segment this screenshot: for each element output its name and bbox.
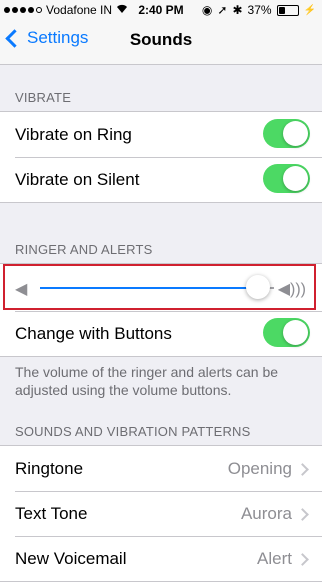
section-header-patterns: SOUNDS AND VIBRATION PATTERNS <box>15 424 251 439</box>
battery-percent: 37% <box>247 3 272 17</box>
location-icon: ➚ <box>217 3 228 17</box>
toggle-knob <box>283 166 308 191</box>
battery-icon <box>276 4 299 16</box>
patterns-group: Ringtone Opening Text Tone Aurora New Vo… <box>0 445 322 582</box>
row-label: Vibrate on Ring <box>15 124 132 144</box>
bluetooth-icon: ✱ <box>232 3 243 17</box>
vibrate-on-ring-toggle[interactable] <box>263 119 310 148</box>
row-text-tone[interactable]: Text Tone Aurora <box>0 491 322 536</box>
ringer-footer-text: The volume of the ringer and alerts can … <box>15 364 279 398</box>
row-label: Change with Buttons <box>15 323 172 343</box>
chevron-right-icon <box>296 463 309 476</box>
row-vibrate-on-silent: Vibrate on Silent <box>0 157 322 202</box>
slider-thumb[interactable] <box>245 275 270 299</box>
vibrate-group: Vibrate on Ring Vibrate on Silent <box>0 111 322 203</box>
row-value: Opening <box>227 458 292 478</box>
slider-fill <box>40 287 258 289</box>
section-header-vibrate: VIBRATE <box>15 90 72 105</box>
volume-high-icon: ◀))) <box>277 281 306 298</box>
chevron-right-icon <box>296 553 309 566</box>
toggle-knob <box>283 121 308 146</box>
vibrate-on-silent-toggle[interactable] <box>263 164 310 193</box>
navigation-bar: Settings Sounds <box>0 20 322 65</box>
row-ringtone[interactable]: Ringtone Opening <box>0 446 322 491</box>
status-bar: Vodafone IN 2:40 PM ◉ ➚ ✱ 37% ⚡ <box>0 0 322 20</box>
change-with-buttons-toggle[interactable] <box>263 318 310 347</box>
lock-rotation-icon: ◉ <box>201 3 213 17</box>
section-header-ringer: RINGER AND ALERTS <box>15 242 153 257</box>
row-value: Aurora <box>240 503 292 523</box>
page-title: Sounds <box>129 30 193 49</box>
row-label: Vibrate on Silent <box>15 169 140 189</box>
row-change-with-buttons: Change with Buttons <box>0 311 322 356</box>
status-right: ◉ ➚ ✱ 37% ⚡ <box>202 3 316 17</box>
volume-low-icon: ◀ <box>15 281 28 298</box>
ringer-volume-slider-highlight: ◀ ◀))) <box>3 264 316 310</box>
row-label: Ringtone <box>15 458 84 478</box>
toggle-knob <box>283 320 308 345</box>
charging-icon: ⚡ <box>303 4 316 16</box>
row-new-voicemail[interactable]: New Voicemail Alert <box>0 536 322 581</box>
ringer-volume-slider[interactable] <box>40 287 274 289</box>
row-label: New Voicemail <box>15 548 127 568</box>
row-vibrate-on-ring: Vibrate on Ring <box>0 112 322 157</box>
row-label: Text Tone <box>15 503 88 523</box>
chevron-right-icon <box>296 508 309 521</box>
row-value: Alert <box>257 548 292 568</box>
